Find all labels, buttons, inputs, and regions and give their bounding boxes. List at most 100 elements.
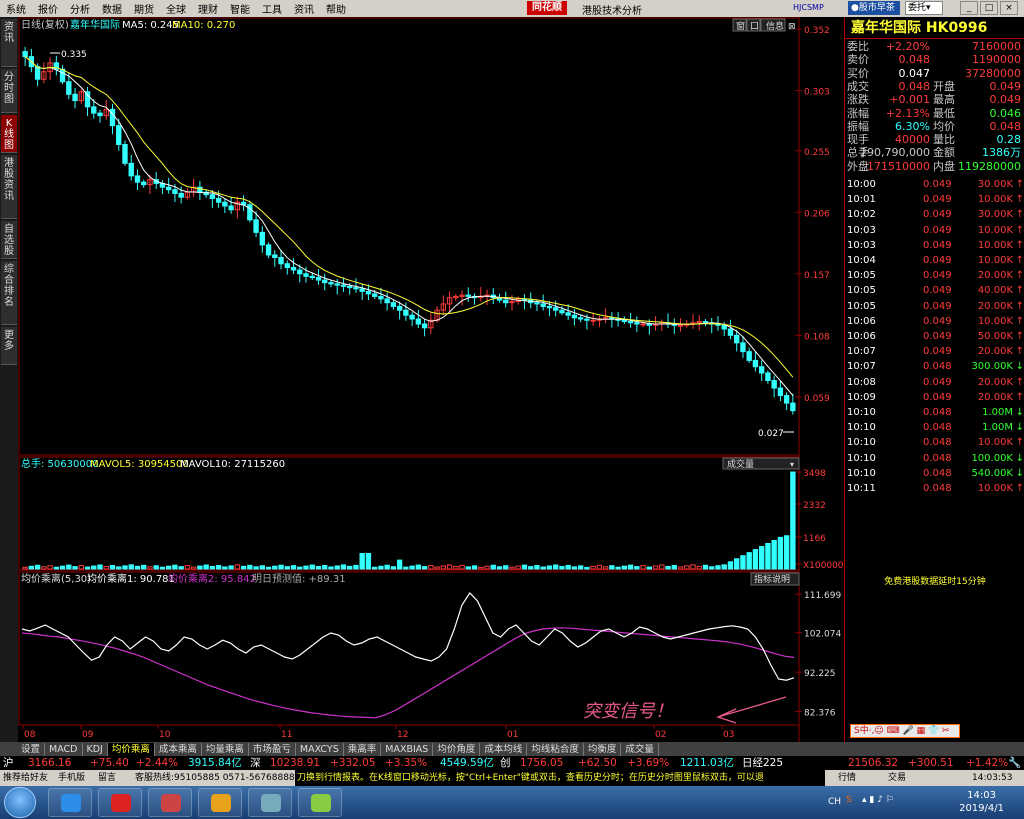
language-indicator[interactable]: CH	[828, 797, 841, 807]
chevron-down-icon[interactable]: ▾	[790, 460, 794, 469]
close-panel-icon[interactable]: ⊠	[788, 22, 796, 32]
close-button[interactable]: ×	[1000, 1, 1018, 15]
tick-row[interactable]: 10:00 0.049 30.00K ↑	[845, 177, 1024, 192]
tick-price: 0.048	[923, 422, 952, 434]
pen-tool-icon[interactable]	[298, 788, 342, 817]
tick-row[interactable]: 10:06 0.049 10.00K ↑	[845, 314, 1024, 329]
menu-item-8[interactable]: 工具	[256, 1, 288, 16]
ie-icon[interactable]	[48, 788, 92, 817]
menu-item-5[interactable]: 全球	[160, 1, 192, 16]
quotes-button[interactable]: 行情	[838, 770, 856, 786]
chart-area[interactable]: 日线(复权) 嘉年华国际 MA5: 0.245 MA10: 0.270 窗口信息 ⊠ 0.3…	[18, 17, 844, 742]
menu-item-9[interactable]: 资讯	[288, 1, 320, 16]
wrench-icon[interactable]: 🔧	[1008, 756, 1021, 770]
tick-row[interactable]: 10:10 0.048 1.00M ↓	[845, 420, 1024, 435]
tick-row[interactable]: 10:04 0.049 10.00K ↑	[845, 253, 1024, 268]
message-link[interactable]: 留言	[98, 770, 116, 786]
nav-3[interactable]: 港股资讯	[1, 155, 17, 219]
delegate-dropdown[interactable]: 委托▾	[905, 1, 943, 15]
volume-bar	[253, 566, 259, 570]
candle	[702, 321, 709, 324]
tab-14[interactable]: 成交量	[621, 742, 659, 756]
volume-bar	[184, 565, 191, 570]
tab-1[interactable]: MACD	[45, 742, 83, 756]
tab-4[interactable]: 成本乘离	[155, 742, 202, 756]
maximize-button[interactable]: □	[980, 1, 998, 15]
nav-4[interactable]: 自选股	[1, 221, 17, 259]
tab-6[interactable]: 市场盈亏	[249, 742, 296, 756]
menu-item-0[interactable]: 系统	[0, 1, 32, 16]
volume-bar	[471, 565, 478, 570]
candle	[141, 181, 147, 186]
tab-11[interactable]: 成本均线	[480, 742, 528, 756]
tick-row[interactable]: 10:01 0.049 10.00K ↑	[845, 192, 1024, 207]
tick-volume: 30.00K	[977, 209, 1013, 221]
candle	[646, 323, 652, 326]
tab-7[interactable]: MAXCYS	[296, 742, 344, 756]
menu-item-7[interactable]: 智能	[224, 1, 256, 16]
tick-row[interactable]: 10:05 0.049 20.00K ↑	[845, 268, 1024, 283]
index-value: 深	[250, 757, 261, 769]
tick-time: 10:11	[847, 483, 876, 494]
tick-row[interactable]: 10:09 0.049 20.00K ↑	[845, 390, 1024, 405]
sogou-icon[interactable]: S	[846, 795, 852, 805]
menu-item-6[interactable]: 理财	[192, 1, 224, 16]
cards-game-icon[interactable]	[148, 788, 192, 817]
menu-item-3[interactable]: 数据	[96, 1, 128, 16]
window-icon[interactable]	[248, 788, 292, 817]
tab-9[interactable]: MAXBIAS	[381, 742, 434, 756]
tab-13[interactable]: 均衡度	[584, 742, 622, 756]
tick-row[interactable]: 10:06 0.049 50.00K ↑	[845, 329, 1024, 344]
tick-row[interactable]: 10:10 0.048 100.00K ↓	[845, 451, 1024, 466]
tick-row[interactable]: 10:03 0.049 10.00K ↑	[845, 223, 1024, 238]
tick-row[interactable]: 10:05 0.049 20.00K ↑	[845, 299, 1024, 314]
tab-8[interactable]: 乘离率	[344, 742, 382, 756]
chart-svg[interactable]: 日线(复权) 嘉年华国际 MA5: 0.245MA10: 0.270 窗口信息 ⊠ 0.3…	[18, 17, 844, 742]
tick-row[interactable]: 10:10 0.048 10.00K ↑	[845, 435, 1024, 450]
minimize-button[interactable]: _	[960, 1, 978, 15]
candle	[546, 305, 553, 309]
tab-5[interactable]: 均量乘离	[202, 742, 249, 756]
arrow-down-icon: ↓	[1015, 407, 1024, 418]
tick-row[interactable]: 10:07 0.049 20.00K ↑	[845, 344, 1024, 359]
morning-tea-button[interactable]: ●股市早茶	[848, 1, 900, 15]
trade-button[interactable]: 交易	[888, 770, 906, 786]
tick-row[interactable]: 10:11 0.048 10.00K ↑	[845, 481, 1024, 496]
tab-12[interactable]: 均线粘合度	[527, 742, 584, 756]
tab-10[interactable]: 均价角度	[433, 742, 481, 756]
recommend-link[interactable]: 推荐给好友	[3, 770, 48, 786]
tick-row[interactable]: 10:10 0.048 1.00M ↓	[845, 405, 1024, 420]
tick-row[interactable]: 10:02 0.049 30.00K ↑	[845, 207, 1024, 222]
tray-icons[interactable]: ▴ ▮ ♪ ⚐	[862, 795, 894, 805]
nav-1[interactable]: 分时图	[1, 69, 17, 113]
menu-item-1[interactable]: 报价	[32, 1, 64, 16]
ime-toolbar[interactable]: S中·,☺ ⌨ 🎤 ▦ 👕 ✂	[850, 724, 960, 738]
nav-2[interactable]: K线图	[1, 115, 17, 153]
start-button[interactable]	[4, 787, 36, 818]
nav-6[interactable]: 更多	[1, 327, 17, 365]
mobile-link[interactable]: 手机版	[58, 770, 85, 786]
tick-row[interactable]: 10:10 0.048 540.00K ↓	[845, 466, 1024, 481]
nav-5[interactable]: 综合排名	[1, 261, 17, 325]
candle	[347, 285, 353, 289]
menu-item-2[interactable]: 分析	[64, 1, 96, 16]
tick-row[interactable]: 10:08 0.049 20.00K ↑	[845, 375, 1024, 390]
tab-3[interactable]: 均价乘离	[107, 742, 155, 756]
image-viewer-icon[interactable]	[198, 788, 242, 817]
nav-0[interactable]: 资讯	[1, 19, 17, 67]
tick-row[interactable]: 10:05 0.049 40.00K ↑	[845, 283, 1024, 298]
arrow-down-icon: ↓	[1015, 452, 1024, 464]
menu-item-4[interactable]: 期货	[128, 1, 160, 16]
tonghuashun-icon[interactable]	[98, 788, 142, 817]
tab-0[interactable]: 设置	[17, 742, 46, 756]
tick-row[interactable]: 10:03 0.049 10.00K ↑	[845, 238, 1024, 253]
volume-bar	[627, 564, 634, 570]
volume-bar	[222, 566, 228, 570]
tick-price: 0.049	[923, 270, 952, 282]
price-tick: 0.303	[804, 88, 830, 98]
volume-bar	[240, 565, 247, 570]
menu-item-10[interactable]: 帮助	[320, 1, 352, 16]
tick-row[interactable]: 10:07 0.048 300.00K ↓	[845, 359, 1024, 374]
clock[interactable]: 14:03 2019/4/1	[959, 789, 1004, 815]
tab-2[interactable]: KDJ	[83, 742, 108, 756]
